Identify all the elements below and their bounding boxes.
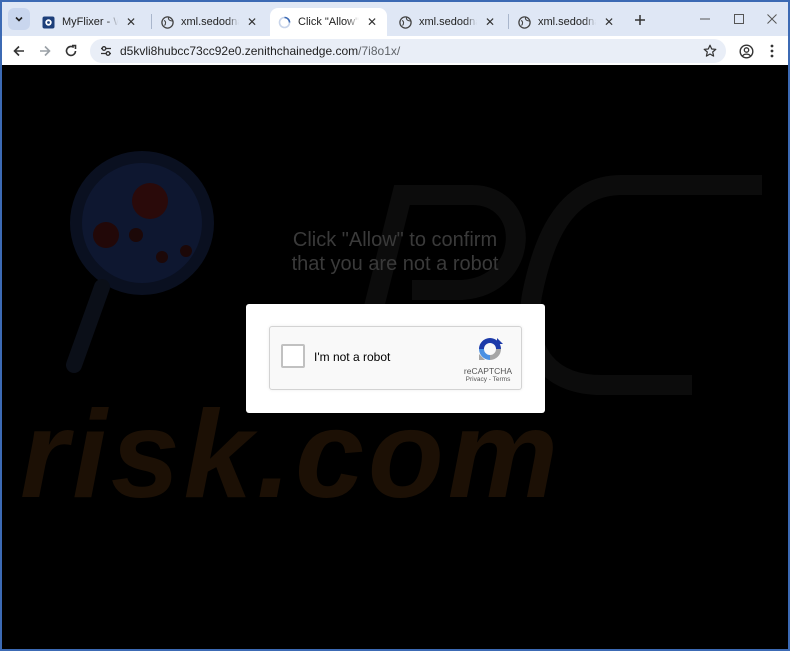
tab-title: Click "Allow" [298, 16, 359, 28]
recaptcha-brand-text: reCAPTCHA [463, 366, 513, 376]
page-headline: Click "Allow" to confirm that you are no… [202, 228, 588, 276]
close-icon[interactable]: ✕ [245, 15, 259, 29]
globe-icon [399, 15, 412, 29]
tab-title: xml.sedodna.com [538, 16, 596, 28]
close-icon[interactable]: ✕ [602, 15, 616, 29]
address-bar[interactable]: d5kvli8hubcc73cc92e0.zenithchainedge.com… [90, 39, 726, 63]
headline-line-2: that you are not a robot [291, 253, 499, 275]
minimize-button[interactable] [690, 8, 720, 30]
maximize-button[interactable] [724, 8, 754, 30]
browser-window: MyFlixer - Watch Movies ✕ xml.sedodna.co… [0, 0, 790, 651]
menu-button[interactable] [760, 39, 784, 63]
close-icon[interactable]: ✕ [124, 15, 138, 29]
more-vertical-icon [770, 44, 774, 58]
url-path: /7i8o1x/ [358, 44, 401, 58]
globe-icon [161, 15, 174, 29]
forward-arrow-icon [40, 45, 51, 57]
not-robot-label: I'm not a robot [314, 350, 391, 364]
recaptcha-widget: I'm not a robot reCAPTCHA Privacy - Term… [269, 326, 522, 390]
tab-title: xml.sedodna.com [181, 16, 239, 28]
close-icon[interactable]: ✕ [365, 15, 379, 29]
tab-myflixer[interactable]: MyFlixer - Watch Movies ✕ [34, 8, 146, 36]
bookmark-button[interactable] [702, 43, 718, 59]
forward-button[interactable] [33, 39, 57, 63]
tab-sedodna-1[interactable]: xml.sedodna.com ✕ [153, 8, 267, 36]
tab-search-button[interactable] [8, 8, 30, 30]
captcha-card: I'm not a robot reCAPTCHA Privacy - Term… [246, 304, 545, 413]
profile-button[interactable] [734, 39, 758, 63]
tab-sedodna-3[interactable]: xml.sedodna.com ✕ [510, 8, 624, 36]
profile-icon [738, 43, 754, 59]
headline-line-1: Click "Allow" to confirm [292, 229, 498, 251]
url-text: d5kvli8hubcc73cc92e0.zenithchainedge.com… [120, 44, 400, 58]
tab-title: MyFlixer - Watch Movies [62, 16, 118, 28]
not-robot-checkbox[interactable] [281, 344, 305, 368]
tab-title: xml.sedodna.com [419, 16, 477, 28]
site-info-button[interactable] [96, 41, 116, 61]
privacy-link[interactable]: Privacy [466, 376, 487, 383]
tab-strip: MyFlixer - Watch Movies ✕ xml.sedodna.co… [2, 2, 788, 36]
tune-icon [101, 46, 111, 56]
new-tab-button[interactable] [630, 10, 650, 30]
recaptcha-links: Privacy - Terms [458, 376, 518, 383]
window-close-button[interactable] [757, 8, 787, 30]
magnifier-logo [66, 151, 214, 373]
recaptcha-branding: reCAPTCHA Privacy - Terms [458, 335, 518, 383]
close-icon[interactable]: ✕ [483, 15, 497, 29]
plus-icon [635, 15, 645, 25]
globe-icon [518, 15, 531, 29]
maximize-icon [734, 14, 744, 24]
loading-icon [278, 16, 291, 29]
browser-toolbar: d5kvli8hubcc73cc92e0.zenithchainedge.com… [2, 36, 788, 65]
page-content: risk.com Click "Allow" to confirm that y… [2, 65, 788, 649]
terms-link[interactable]: Terms [493, 376, 511, 383]
star-icon [703, 44, 717, 57]
back-arrow-icon [13, 45, 24, 57]
myflixer-icon [42, 16, 55, 29]
minimize-icon [700, 18, 710, 20]
recaptcha-logo-icon [479, 338, 503, 360]
tab-click-allow[interactable]: Click "Allow" ✕ [270, 8, 387, 36]
chevron-down-icon [15, 16, 23, 22]
reload-button[interactable] [59, 39, 83, 63]
tab-sedodna-2[interactable]: xml.sedodna.com ✕ [391, 8, 505, 36]
url-host: d5kvli8hubcc73cc92e0.zenithchainedge.com [120, 44, 359, 58]
tab-separator [508, 14, 509, 29]
back-button[interactable] [7, 39, 31, 63]
tab-separator [151, 14, 152, 29]
reload-icon [65, 44, 77, 57]
close-icon [767, 14, 777, 24]
